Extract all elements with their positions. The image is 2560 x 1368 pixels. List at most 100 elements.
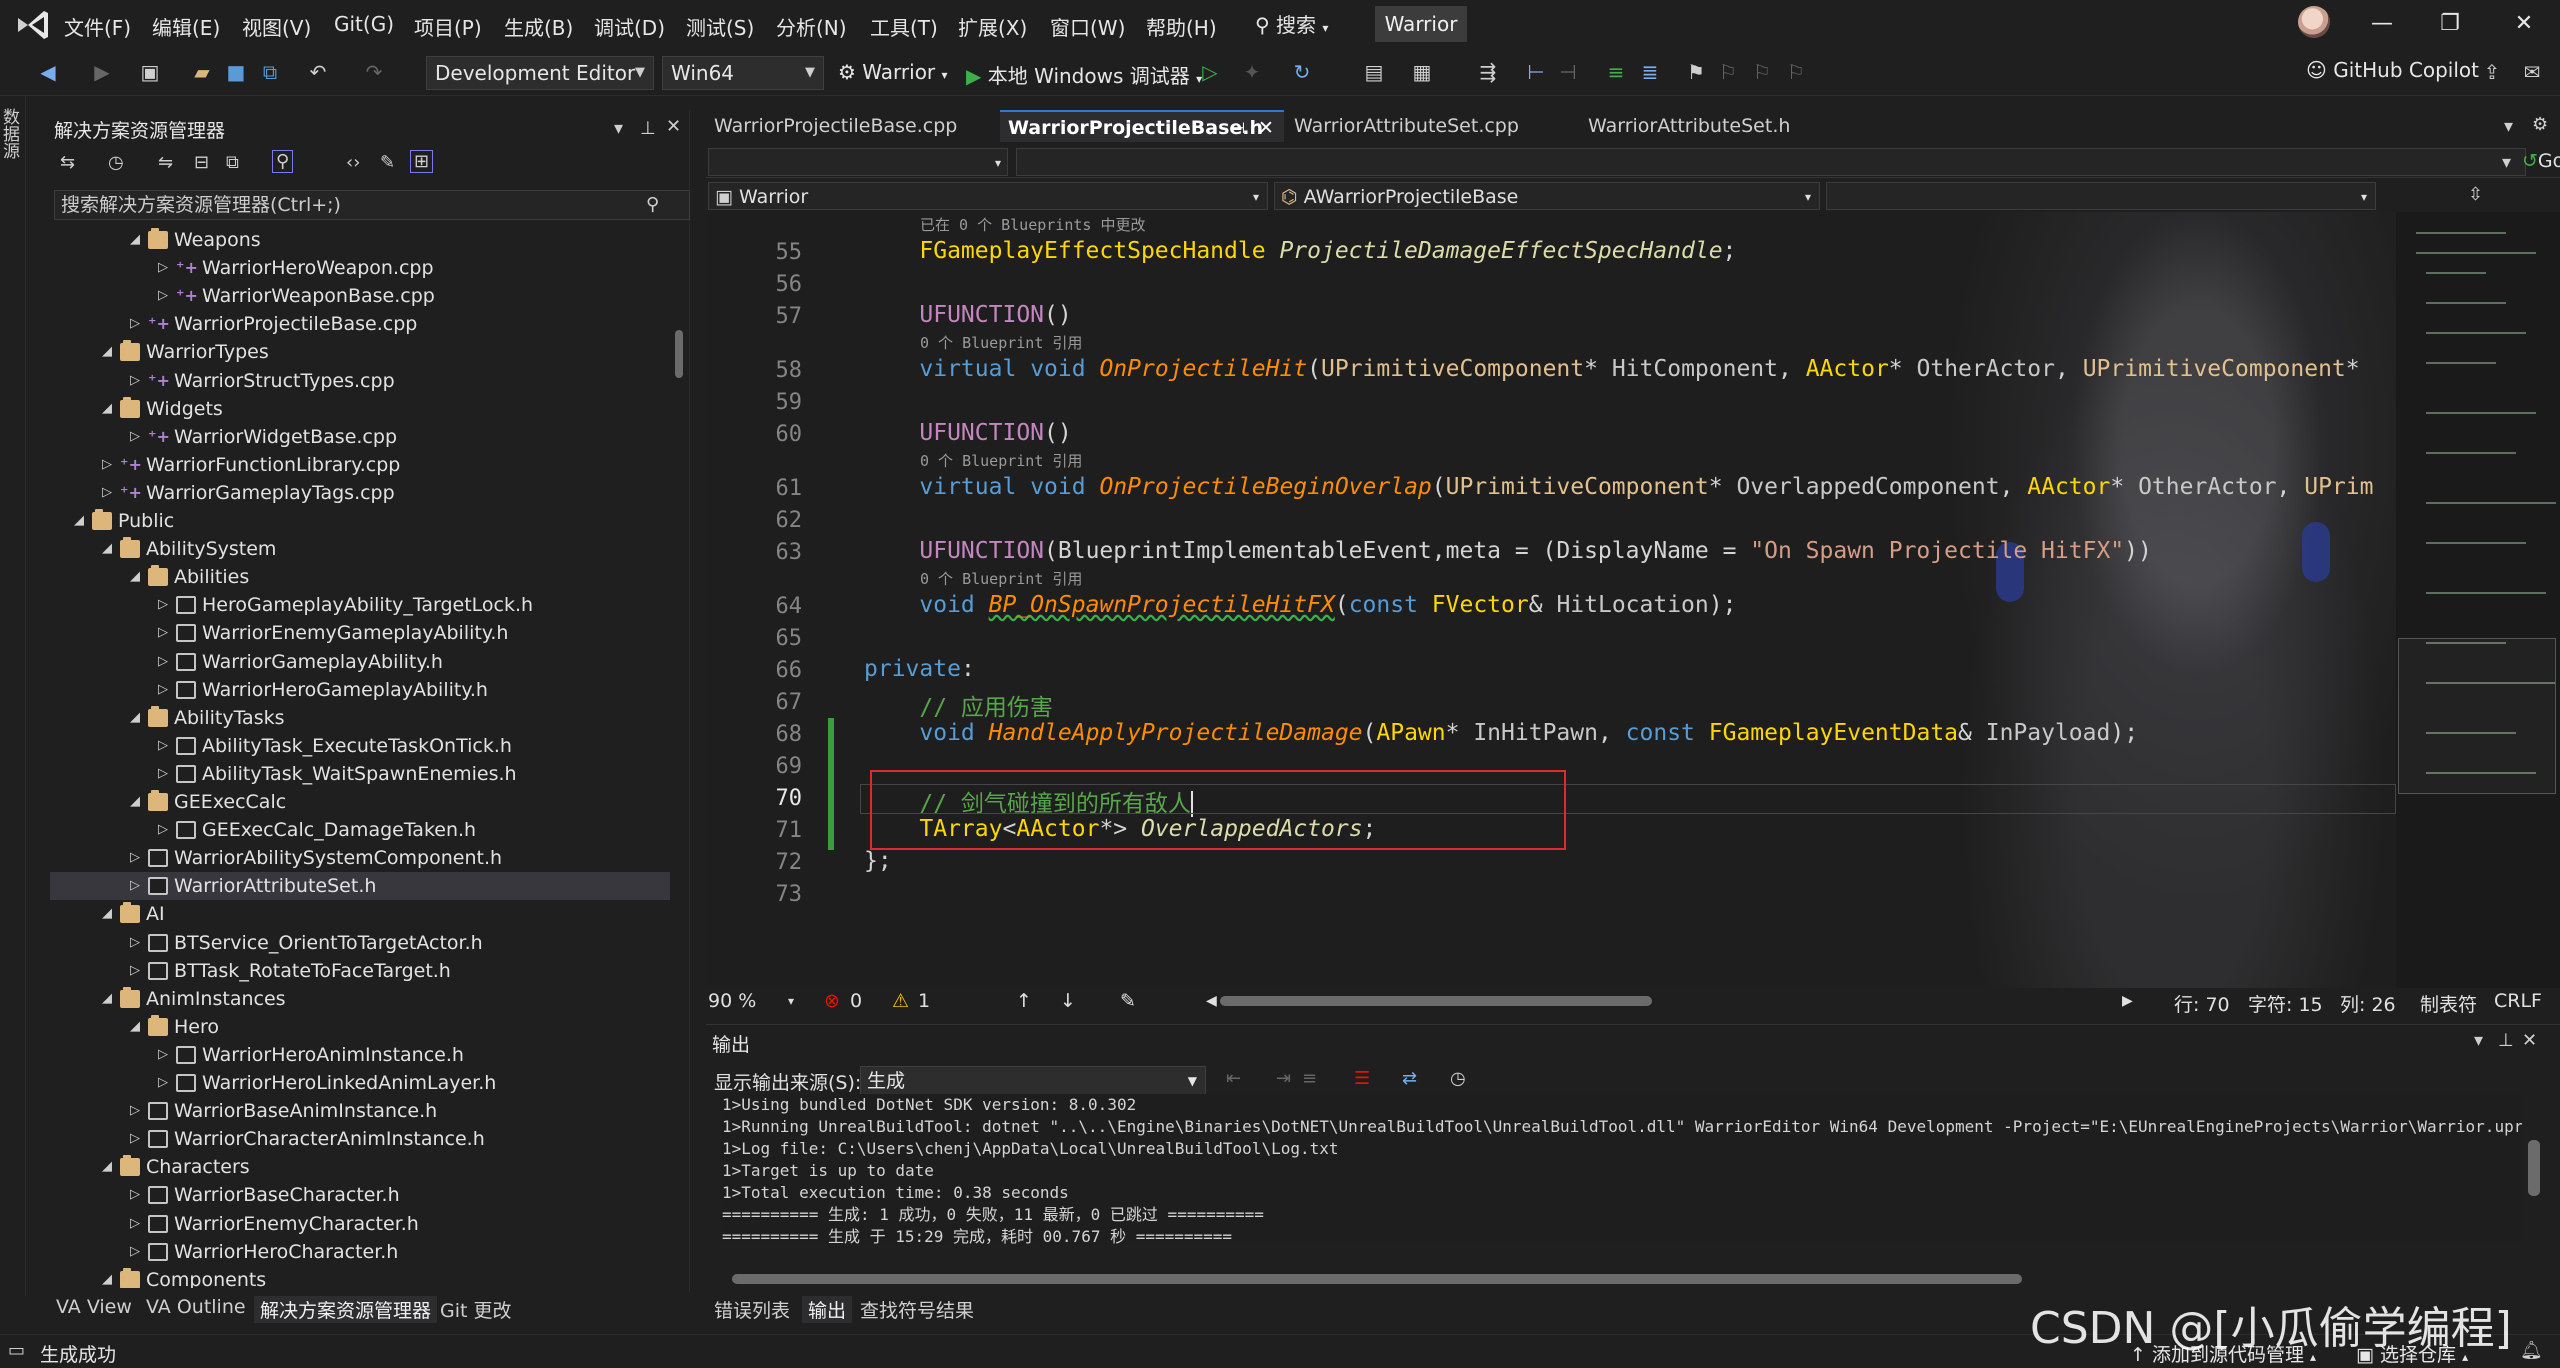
uncomment-icon[interactable]: ≣ (1638, 60, 1662, 84)
tree-folder[interactable]: ◢ Weapons (50, 226, 670, 254)
output-text[interactable]: 1>Using bundled DotNet SDK version: 8.0.… (722, 1094, 2522, 1244)
collapsed-arrow-icon[interactable]: ▷ (126, 367, 144, 395)
tree-file[interactable]: ▷ WarriorEnemyCharacter.h (50, 1210, 670, 1238)
tree-folder[interactable]: ◢ WarriorTypes (50, 338, 670, 366)
restore-button[interactable]: ❐ (2420, 6, 2480, 42)
tree-file[interactable]: ▷ ⁺+ WarriorStructTypes.cpp (50, 367, 670, 395)
prev-issue-icon[interactable]: ↑ (1016, 990, 1032, 1012)
tree-scrollbar-thumb[interactable] (675, 330, 683, 378)
menu-item[interactable]: 测试(S) (686, 12, 754, 41)
configuration-select[interactable]: Development Editor ▼ (426, 56, 654, 90)
menu-item[interactable]: 视图(V) (242, 12, 311, 41)
expanded-arrow-icon[interactable]: ◢ (98, 395, 116, 423)
tree-file[interactable]: ▷ WarriorGameplayAbility.h (50, 648, 670, 676)
collapsed-arrow-icon[interactable]: ▷ (154, 760, 172, 788)
tree-file[interactable]: ▷ BTTask_RotateToFaceTarget.h (50, 957, 670, 985)
tree-folder[interactable]: ◢ Hero (50, 1013, 670, 1041)
tab-va-view[interactable]: VA View (56, 1296, 132, 1318)
collapsed-arrow-icon[interactable]: ▷ (154, 254, 172, 282)
output-hscroll-thumb[interactable] (732, 1274, 2022, 1284)
expanded-arrow-icon[interactable]: ◢ (126, 563, 144, 591)
collapsed-arrow-icon[interactable]: ▷ (154, 816, 172, 844)
menu-item[interactable]: 扩展(X) (958, 12, 1027, 41)
show-all-files-icon[interactable]: ⧉ (226, 152, 239, 173)
line-indicator[interactable]: 行: 70 (2174, 990, 2230, 1017)
tree-file[interactable]: ▷ WarriorHeroLinkedAnimLayer.h (50, 1069, 670, 1097)
start-debugging-button[interactable]: ▶ 本地 Windows 调试器 ▾ (966, 60, 1202, 89)
tree-file[interactable]: ▷ HeroGameplayAbility_TargetLock.h (50, 591, 670, 619)
collapsed-arrow-icon[interactable]: ▷ (126, 1125, 144, 1153)
panel-dropdown-icon[interactable]: ▾ (2474, 1030, 2483, 1051)
search-box[interactable]: ⚲ 搜索 ▾ (1255, 9, 1355, 39)
column-indicator[interactable]: 列: 26 (2340, 990, 2396, 1017)
feedback-icon[interactable]: ✉ (2520, 60, 2544, 84)
share-icon[interactable]: ⇪ (2480, 60, 2504, 84)
tree-file[interactable]: ▷ WarriorBaseCharacter.h (50, 1181, 670, 1209)
tab-list-dropdown-icon[interactable]: ▾ (2504, 116, 2513, 137)
indent-mode[interactable]: 制表符 (2420, 990, 2477, 1017)
tree-file[interactable]: ▷ WarriorAttributeSet.h (50, 872, 670, 900)
expanded-arrow-icon[interactable]: ◢ (70, 507, 88, 535)
bookmark-icon[interactable]: ⚑ (1684, 60, 1708, 84)
clear-all-icon[interactable]: ☰ (1354, 1068, 1370, 1089)
tab-output[interactable]: 输出 (802, 1296, 853, 1323)
tree-folder[interactable]: ◢ AI (50, 900, 670, 928)
data-sources-tab[interactable]: 数据源 (0, 108, 22, 159)
menu-item[interactable]: 帮助(H) (1146, 12, 1217, 41)
go-to-message-icon[interactable]: ≡ (1302, 1068, 1317, 1089)
save-all-icon[interactable]: ⧉ (258, 60, 282, 84)
expanded-arrow-icon[interactable]: ◢ (98, 338, 116, 366)
collapsed-arrow-icon[interactable]: ▷ (126, 872, 144, 900)
settings-icon[interactable]: ⚙ (2532, 114, 2548, 135)
github-copilot-button[interactable]: ☺ GitHub Copilot (2306, 58, 2479, 82)
collapsed-arrow-icon[interactable]: ▷ (126, 1238, 144, 1266)
collapsed-arrow-icon[interactable]: ▷ (154, 676, 172, 704)
start-without-debugging-icon[interactable]: ▷ (1198, 60, 1222, 84)
tree-folder[interactable]: ◢ GEExecCalc (50, 788, 670, 816)
scroll-left-icon[interactable]: ◀ (1206, 993, 1217, 1009)
collapsed-arrow-icon[interactable]: ▷ (126, 310, 144, 338)
code-minimap[interactable] (2396, 212, 2560, 988)
expanded-arrow-icon[interactable]: ◢ (98, 1153, 116, 1181)
menu-item[interactable]: 生成(B) (504, 12, 573, 41)
member-scope-select[interactable]: ▾ (1826, 182, 2376, 210)
tree-file[interactable]: ▷ WarriorAbilitySystemComponent.h (50, 844, 670, 872)
tree-file[interactable]: ▷ ⁺+ WarriorWeaponBase.cpp (50, 282, 670, 310)
preview-icon[interactable]: ⊞ (410, 150, 434, 173)
format-icon[interactable]: ⇶ (1476, 60, 1500, 84)
close-panel-icon[interactable]: ✕ (666, 116, 681, 137)
notifications-icon[interactable]: 🔔︎ (2520, 1340, 2543, 1361)
tree-file[interactable]: ▷ GEExecCalc_DamageTaken.h (50, 816, 670, 844)
sync-icon[interactable]: ⇋ (158, 152, 173, 173)
history-icon[interactable]: ◷ (108, 152, 124, 173)
collapsed-arrow-icon[interactable]: ▷ (154, 732, 172, 760)
new-project-icon[interactable]: ▣ (138, 60, 162, 84)
indent-icon[interactable]: ⊢ (1524, 60, 1548, 84)
scroll-right-icon[interactable]: ▶ (2122, 993, 2133, 1009)
editor-hscroll-thumb[interactable] (1220, 996, 1652, 1006)
warning-count[interactable]: 1 (918, 990, 930, 1012)
collapsed-arrow-icon[interactable]: ▷ (154, 282, 172, 310)
clear-bookmarks-icon[interactable]: ⚐ (1784, 60, 1808, 84)
code-editor[interactable]: 已在 0 个 Blueprints 中更改 55 FGameplayEffect… (706, 212, 2396, 988)
minimap-viewport[interactable] (2398, 638, 2556, 794)
collapsed-arrow-icon[interactable]: ▷ (154, 648, 172, 676)
collapsed-arrow-icon[interactable]: ▷ (126, 1181, 144, 1209)
expanded-arrow-icon[interactable]: ◢ (126, 704, 144, 732)
tree-scrollbar[interactable] (672, 226, 686, 1288)
close-window-button[interactable]: ✕ (2494, 6, 2554, 42)
collapsed-arrow-icon[interactable]: ▷ (154, 619, 172, 647)
collapsed-arrow-icon[interactable]: ▷ (154, 1041, 172, 1069)
tree-file[interactable]: ▷ WarriorEnemyGameplayAbility.h (50, 619, 670, 647)
open-folder-icon[interactable]: ▰ (190, 60, 214, 84)
minimize-button[interactable]: — (2352, 6, 2412, 42)
tree-folder[interactable]: ◢ AnimInstances (50, 985, 670, 1013)
pin-icon[interactable]: ⊥ (640, 118, 656, 139)
collapsed-arrow-icon[interactable]: ▷ (126, 929, 144, 957)
collapse-all-icon[interactable]: ⊟ (194, 152, 209, 173)
filter-icon[interactable]: ⚲ (272, 150, 294, 173)
output-source-select[interactable]: 生成 ▼ (860, 1066, 1206, 1096)
menu-item[interactable]: 编辑(E) (152, 12, 220, 41)
expanded-arrow-icon[interactable]: ◢ (98, 535, 116, 563)
tab-warrior-projectile-base-h[interactable]: WarriorProjectileBase.h ⊣ ✕ (1000, 110, 1284, 142)
